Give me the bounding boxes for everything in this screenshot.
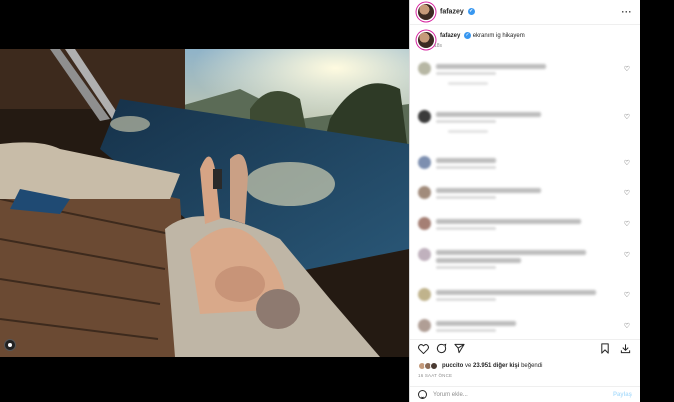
avatar[interactable] bbox=[418, 248, 431, 261]
comment-text-blurred bbox=[436, 64, 546, 69]
user-tag-icon[interactable] bbox=[4, 339, 16, 351]
comment-meta-blurred bbox=[436, 266, 496, 269]
post-actions bbox=[410, 339, 640, 357]
comment-text-blurred bbox=[436, 219, 581, 224]
comment-meta-blurred bbox=[436, 329, 496, 332]
likes-summary[interactable]: puccito ve 23.951 diğer kişi beğendi bbox=[418, 360, 632, 372]
sunbathing-photo bbox=[0, 49, 409, 357]
post-photo[interactable] bbox=[0, 49, 409, 357]
comment-like-heart-icon[interactable]: ♡ bbox=[624, 322, 630, 330]
likes-suffix: beğendi bbox=[521, 363, 543, 369]
post-header: fafazey ✓ ··· bbox=[410, 0, 640, 25]
avatar[interactable] bbox=[418, 156, 431, 169]
avatar[interactable] bbox=[418, 288, 431, 301]
comment-text-blurred bbox=[436, 158, 496, 163]
comment-row[interactable]: ♡ bbox=[418, 217, 632, 243]
view-replies-blurred[interactable] bbox=[448, 82, 488, 85]
avatar[interactable] bbox=[418, 110, 431, 123]
comment-icon[interactable] bbox=[436, 342, 454, 356]
verified-badge-icon: ✓ bbox=[464, 32, 472, 39]
username-link[interactable]: fafazey ✓ bbox=[440, 8, 475, 16]
post-sidebar: fafazey ✓ ··· fafazey ✓ ekranım ig hikay… bbox=[409, 0, 640, 402]
background-gutter bbox=[640, 0, 674, 402]
comment-meta-blurred bbox=[436, 196, 496, 199]
comment-text-blurred bbox=[436, 321, 516, 326]
comment-meta-blurred bbox=[436, 298, 496, 301]
liker-username[interactable]: puccito bbox=[442, 363, 463, 369]
avatar[interactable] bbox=[418, 186, 431, 199]
likes-count[interactable]: 23.951 diğer kişi bbox=[473, 363, 519, 369]
comment-text-blurred bbox=[436, 258, 521, 263]
comment-meta-blurred bbox=[436, 120, 496, 123]
comment-like-heart-icon[interactable]: ♡ bbox=[624, 220, 630, 228]
view-replies-blurred[interactable] bbox=[448, 130, 488, 133]
send-icon[interactable] bbox=[454, 342, 472, 356]
caption-username[interactable]: fafazey bbox=[440, 33, 460, 39]
post-caption: fafazey ✓ ekranım ig hikayem 18s bbox=[410, 26, 640, 49]
comment-meta-blurred bbox=[436, 166, 496, 169]
comment-row[interactable]: ♡ bbox=[418, 110, 632, 136]
avatar[interactable] bbox=[418, 32, 434, 48]
comment-text-blurred bbox=[436, 250, 586, 255]
comment-meta-blurred bbox=[436, 227, 496, 230]
comment-like-heart-icon[interactable]: ♡ bbox=[624, 159, 630, 167]
comment-row[interactable]: ♡ bbox=[418, 156, 632, 182]
comment-row[interactable]: ♡ bbox=[418, 288, 632, 314]
comment-like-heart-icon[interactable]: ♡ bbox=[624, 251, 630, 259]
caption-text: ekranım ig hikayem bbox=[472, 33, 525, 40]
comment-like-heart-icon[interactable]: ♡ bbox=[624, 189, 630, 197]
likes-joiner: ve bbox=[465, 363, 472, 369]
bookmark-icon[interactable] bbox=[600, 342, 620, 356]
comment-meta-blurred bbox=[436, 72, 496, 75]
comment-input[interactable]: Yorum ekle... bbox=[433, 392, 468, 398]
avatar[interactable] bbox=[418, 62, 431, 75]
post-timestamp: 16 SAAT ÖNCE bbox=[418, 373, 453, 378]
comment-like-heart-icon[interactable]: ♡ bbox=[624, 65, 630, 73]
comment-like-heart-icon[interactable]: ♡ bbox=[624, 113, 630, 121]
avatar[interactable] bbox=[418, 319, 431, 332]
comments-list[interactable]: fafazey ✓ ekranım ig hikayem 18s ♡ ♡ ♡ ♡ ♡ ♡ ♡… bbox=[410, 26, 640, 336]
comment-text-blurred bbox=[436, 290, 596, 295]
avatar[interactable] bbox=[418, 217, 431, 230]
download-icon[interactable] bbox=[620, 342, 632, 356]
comment-row[interactable]: ♡ bbox=[418, 319, 632, 336]
post-comment-button[interactable]: Paylaş bbox=[613, 392, 632, 398]
avatar[interactable] bbox=[418, 4, 434, 20]
liker-avatars bbox=[418, 362, 438, 370]
caption-timestamp: 18s bbox=[434, 43, 443, 50]
emoji-icon[interactable] bbox=[418, 390, 427, 399]
more-horizontal-icon[interactable]: ··· bbox=[622, 7, 633, 17]
verified-badge-icon: ✓ bbox=[467, 8, 475, 16]
comment-like-heart-icon[interactable]: ♡ bbox=[624, 291, 630, 299]
comment-row[interactable]: ♡ bbox=[418, 248, 632, 274]
heart-icon[interactable] bbox=[418, 342, 436, 356]
comment-text-blurred bbox=[436, 112, 541, 117]
comment-text-blurred bbox=[436, 188, 541, 193]
add-comment-bar: Yorum ekle... Paylaş bbox=[410, 386, 640, 402]
comment-row[interactable]: ♡ bbox=[418, 186, 632, 212]
comment-row[interactable]: ♡ bbox=[418, 62, 632, 88]
